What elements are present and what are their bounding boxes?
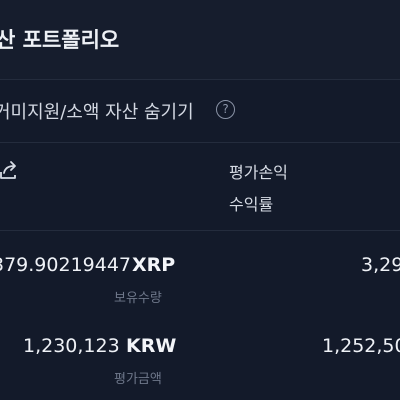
return-column-label: 수익률 (229, 195, 274, 214)
eval-amount-caption: 평가금액 (114, 372, 162, 387)
holding-quantity-unit: XRP (132, 254, 176, 276)
page-title: 산 포트폴리오 (0, 28, 120, 52)
holding-quantity-caption: 보유수량 (114, 291, 162, 306)
eval-amount-right: 1,252,50 (322, 335, 400, 357)
help-icon[interactable]: ? (216, 100, 235, 119)
eval-amount-unit: KRW (126, 335, 177, 357)
profit-column-label: 평가손익 (229, 163, 288, 182)
eval-amount: 1,230,123 (23, 335, 120, 357)
section-divider (0, 230, 400, 231)
share-icon[interactable] (0, 160, 20, 182)
holding-quantity: 379.90219447 (0, 254, 132, 276)
hide-small-assets-label[interactable]: 거미지원/소액 자산 숨기기 (0, 98, 194, 124)
profit-value: 3,29 (361, 254, 400, 276)
portfolio-screen: 산 포트폴리오 거미지원/소액 자산 숨기기 ? 평가손익 수익률 379.90… (0, 0, 400, 400)
